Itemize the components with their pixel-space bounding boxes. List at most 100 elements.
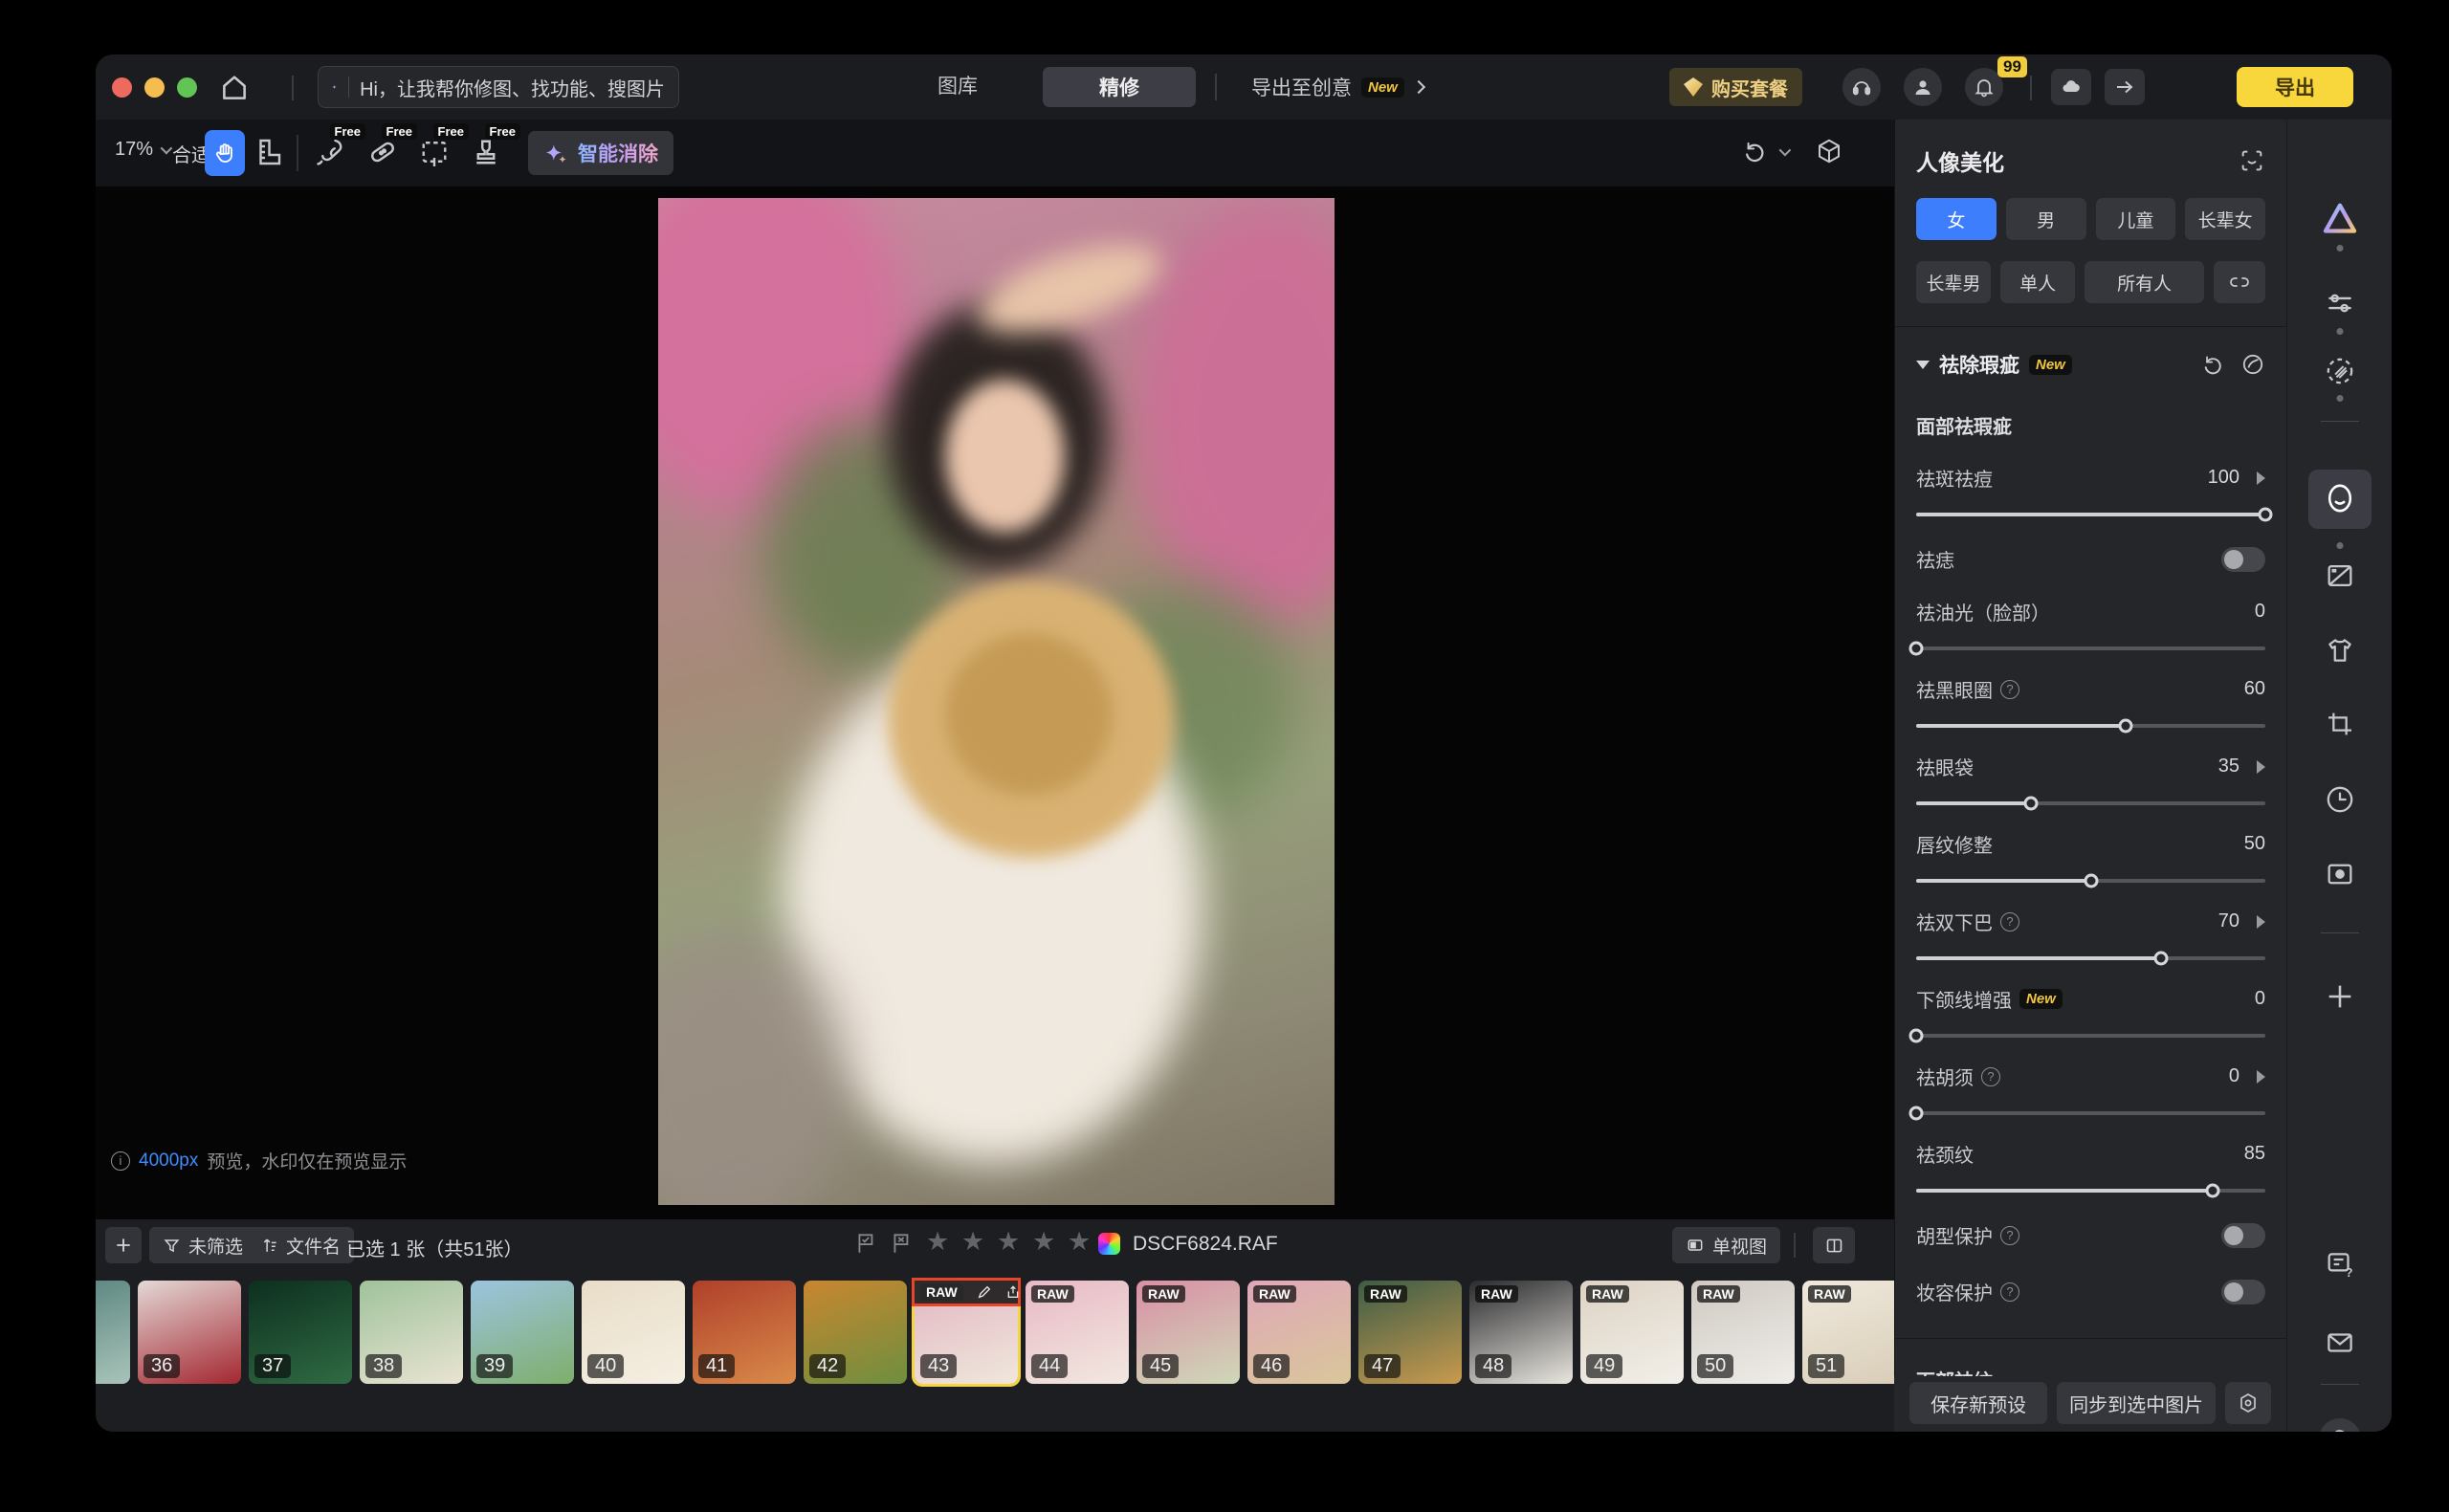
share-export-button[interactable] <box>2105 69 2145 105</box>
slider-track[interactable] <box>1916 879 2265 883</box>
edit-pencil-icon[interactable] <box>977 1284 992 1300</box>
gender-button[interactable]: 长辈女 <box>2185 198 2265 240</box>
reset-section-icon[interactable] <box>2200 352 2225 377</box>
toggle-switch[interactable] <box>2221 547 2265 572</box>
add-photos-button[interactable] <box>105 1227 142 1263</box>
toggle-switch[interactable] <box>2221 1223 2265 1248</box>
watermark-icon[interactable] <box>2324 858 2356 890</box>
slider-knob[interactable] <box>2206 1184 2220 1198</box>
slider-knob[interactable] <box>1909 1029 1924 1043</box>
tab-edit-active[interactable]: 精修 <box>1043 67 1196 107</box>
slider-track[interactable] <box>1916 801 2265 805</box>
star-rating-1[interactable]: ★ <box>926 1227 949 1257</box>
filmstrip-thumbnail[interactable]: 37 <box>249 1281 352 1384</box>
face-detect-icon[interactable] <box>2239 147 2265 174</box>
texture-grain-icon[interactable] <box>2324 355 2356 387</box>
filter-button[interactable]: 未筛选 <box>149 1227 256 1263</box>
ai-assistant-search[interactable]: Hi，让我帮你修图、找功能、搜图片 <box>318 66 679 108</box>
support-headset-button[interactable] <box>1842 68 1881 106</box>
filmstrip-thumbnail[interactable]: 40 <box>582 1281 685 1384</box>
gender-button[interactable]: 长辈男 <box>1916 261 1991 303</box>
photo-preview[interactable] <box>658 198 1335 1205</box>
single-view-button[interactable]: 单视图 <box>1672 1227 1780 1263</box>
chevron-down-icon[interactable] <box>1779 143 1792 156</box>
expand-arrow-icon[interactable] <box>2257 1070 2265 1084</box>
slider-knob[interactable] <box>2084 874 2098 888</box>
slider-track[interactable] <box>1916 1034 2265 1038</box>
slider-track[interactable] <box>1916 724 2265 728</box>
filmstrip-thumbnail[interactable]: 41 <box>693 1281 796 1384</box>
slider-knob[interactable] <box>1909 642 1924 656</box>
gender-button[interactable]: 儿童 <box>2096 198 2176 240</box>
filmstrip-thumbnail[interactable]: 39 <box>471 1281 574 1384</box>
applied-history-icon[interactable] <box>2240 352 2265 377</box>
save-preset-button[interactable]: 保存新预设 <box>1909 1382 2047 1424</box>
minimize-window-button[interactable] <box>144 77 165 98</box>
filmstrip-thumbnail[interactable]: RAW46 <box>1247 1281 1351 1384</box>
star-rating-2[interactable]: ★ <box>961 1227 984 1257</box>
mail-icon[interactable] <box>2324 1326 2356 1359</box>
flag-pick-icon[interactable] <box>854 1231 879 1256</box>
tab-gallery[interactable]: 图库 <box>938 72 978 102</box>
slider-track[interactable] <box>1916 1189 2265 1193</box>
smart-erase-button[interactable]: 智能消除 <box>528 131 673 175</box>
export-share-icon[interactable] <box>1005 1284 1021 1300</box>
crop-icon[interactable] <box>2325 709 2355 739</box>
ruler-tool-button[interactable] <box>251 135 287 171</box>
preview-resolution-link[interactable]: 4000px <box>139 1150 198 1172</box>
slider-knob[interactable] <box>1909 1107 1924 1121</box>
slider-knob[interactable] <box>2153 952 2168 966</box>
tab-export-to-creative[interactable]: 导出至创意 New <box>1236 67 1439 107</box>
filmstrip-thumbnail[interactable]: RAW45 <box>1136 1281 1240 1384</box>
export-button[interactable]: 导出 <box>2237 67 2353 107</box>
expand-arrow-icon[interactable] <box>2257 760 2265 774</box>
filmstrip-thumbnail[interactable]: RAW51 <box>1802 1281 1894 1384</box>
link-gender-button[interactable] <box>2214 261 2265 303</box>
star-rating-3[interactable]: ★ <box>997 1227 1020 1257</box>
toggle-switch[interactable] <box>2221 1280 2265 1304</box>
clothing-icon[interactable] <box>2324 634 2356 667</box>
undo-icon[interactable] <box>1741 138 1768 164</box>
filmstrip-thumbnail-selected[interactable]: RAW43 <box>915 1281 1018 1384</box>
hand-tool-button-active[interactable] <box>205 130 245 176</box>
add-tool-icon[interactable] <box>2324 980 2356 1013</box>
slider-knob[interactable] <box>2024 797 2039 811</box>
gender-button[interactable]: 单人 <box>2000 261 2075 303</box>
home-icon[interactable] <box>218 72 251 104</box>
slider-knob[interactable] <box>2119 719 2133 734</box>
expand-arrow-icon[interactable] <box>2257 471 2265 485</box>
star-rating-5[interactable]: ★ <box>1068 1227 1091 1257</box>
clone-stamp-tool-button[interactable]: Free <box>469 135 505 171</box>
buy-plan-button[interactable]: 购买套餐 <box>1669 68 1802 106</box>
filmstrip-thumbnail[interactable]: RAW49 <box>1580 1281 1684 1384</box>
gender-button[interactable]: 男 <box>2006 198 2086 240</box>
help-button[interactable]: ? <box>2319 1418 2361 1432</box>
close-window-button[interactable] <box>112 77 132 98</box>
sort-by-filename-button[interactable]: 文件名 <box>247 1227 354 1263</box>
split-view-button[interactable] <box>1813 1227 1855 1263</box>
filmstrip-thumbnail[interactable]: 36 <box>138 1281 241 1384</box>
feedback-icon[interactable]: ? <box>2324 1248 2356 1281</box>
slider-track[interactable] <box>1916 513 2265 516</box>
help-icon[interactable]: ? <box>2000 1282 2019 1302</box>
slider-knob[interactable] <box>2259 508 2273 522</box>
compare-cube-icon[interactable] <box>1815 137 1843 165</box>
history-clock-icon[interactable] <box>2324 783 2356 816</box>
zoom-window-button[interactable] <box>177 77 197 98</box>
help-icon[interactable]: ? <box>2000 680 2019 699</box>
filmstrip-thumbnail[interactable] <box>96 1281 130 1384</box>
account-button[interactable] <box>1904 68 1942 106</box>
filmstrip-thumbnail[interactable]: 42 <box>804 1281 907 1384</box>
slider-track[interactable] <box>1916 1111 2265 1115</box>
help-icon[interactable]: ? <box>2000 1226 2019 1245</box>
prism-logo-icon[interactable] <box>2321 200 2359 238</box>
help-icon[interactable]: ? <box>2000 912 2019 931</box>
expand-arrow-icon[interactable] <box>2257 915 2265 929</box>
flag-reject-icon[interactable] <box>890 1231 915 1256</box>
marquee-select-tool-button[interactable]: Free <box>417 135 453 171</box>
sync-to-selected-button[interactable]: 同步到选中图片 <box>2057 1382 2216 1424</box>
collapse-caret-icon[interactable] <box>1916 361 1930 369</box>
gender-button[interactable]: 女 <box>1916 198 1997 240</box>
sync-settings-button[interactable] <box>2225 1382 2271 1424</box>
filmstrip-thumbnail[interactable]: RAW50 <box>1691 1281 1795 1384</box>
